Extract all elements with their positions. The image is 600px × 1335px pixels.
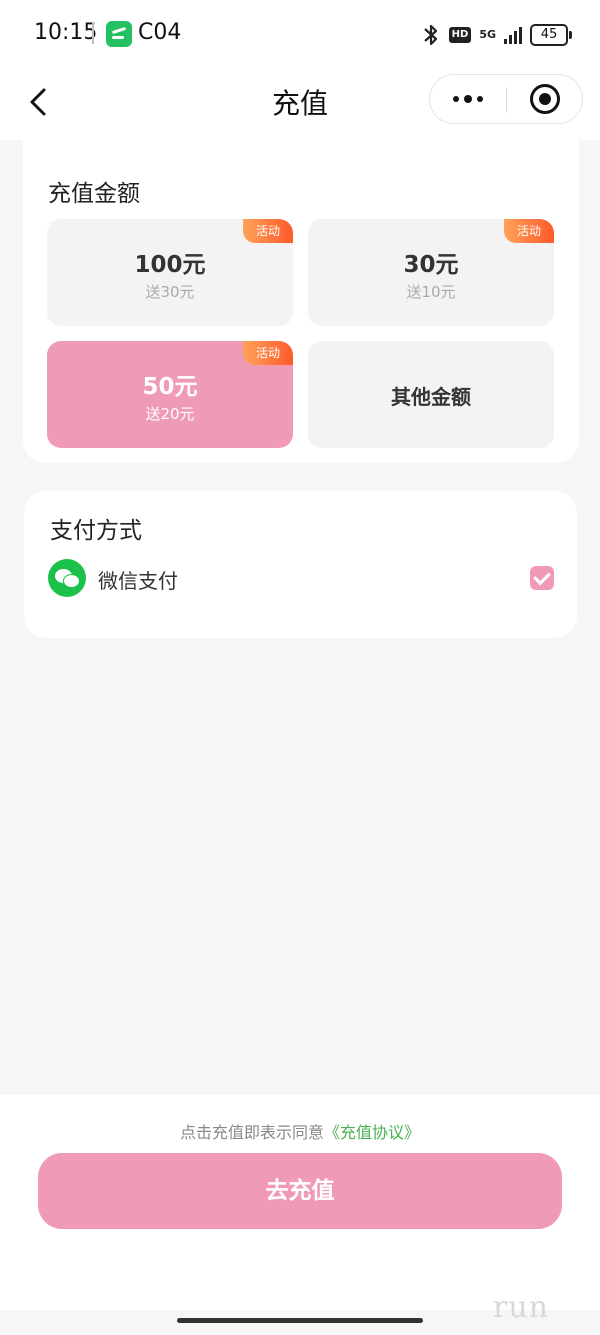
amount-option-other[interactable]: 其他金额 (308, 341, 554, 448)
option-bonus: 送20元 (145, 405, 195, 423)
promo-badge: 活动 (504, 219, 554, 243)
status-bar: 10:15 C04 HD 5G 45 (0, 0, 600, 68)
status-separator (92, 22, 94, 44)
miniprogram-capsule (429, 74, 583, 124)
promo-badge: 活动 (243, 341, 293, 365)
payment-option-wechat[interactable]: 微信支付 (48, 559, 554, 599)
amount-option-30[interactable]: 活动 30元 送10元 (308, 219, 554, 326)
option-amount: 50元 (142, 374, 198, 400)
option-amount: 30元 (403, 252, 459, 278)
bottom-action-area: 点击充值即表示同意《充值协议》 去充值 (0, 1095, 600, 1310)
status-time: 10:15 (34, 20, 98, 45)
recharge-button[interactable]: 去充值 (38, 1153, 562, 1229)
battery-icon: 45 (530, 24, 572, 46)
target-circle-icon[interactable] (530, 84, 560, 114)
status-app-name: C04 (138, 20, 182, 45)
payment-method-label: 微信支付 (98, 569, 178, 593)
signal-icon (504, 26, 522, 44)
amount-option-50[interactable]: 活动 50元 送20元 (47, 341, 293, 448)
app-icon (106, 21, 132, 47)
agreement-prefix: 点击充值即表示同意 (179, 1123, 324, 1142)
option-bonus: 送30元 (145, 283, 195, 301)
network-type: 5G (479, 28, 496, 41)
hd-badge: HD (448, 27, 472, 43)
option-bonus: 送10元 (406, 283, 456, 301)
amount-option-100[interactable]: 活动 100元 送30元 (47, 219, 293, 326)
status-indicators: HD 5G 45 (421, 22, 572, 48)
promo-badge: 活动 (243, 219, 293, 243)
home-indicator[interactable] (177, 1318, 423, 1323)
nav-bar: 充值 (0, 68, 600, 140)
payment-method-title: 支付方式 (50, 518, 142, 544)
recharge-amount-title: 充值金额 (48, 181, 140, 207)
bluetooth-icon (423, 24, 437, 46)
option-amount: 100元 (134, 252, 206, 278)
recharge-amount-card: 充值金额 活动 100元 送30元 活动 30元 送10元 活动 50元 送20… (23, 138, 579, 463)
option-other-label: 其他金额 (391, 385, 471, 409)
watermark: run (493, 1290, 549, 1325)
more-dots-icon[interactable] (430, 75, 506, 123)
agreement-notice: 点击充值即表示同意《充值协议》 (0, 1119, 600, 1143)
agreement-link[interactable]: 《充值协议》 (324, 1123, 420, 1142)
payment-checkbox[interactable] (530, 566, 554, 590)
wechat-icon (48, 559, 86, 597)
payment-method-card: 支付方式 微信支付 (24, 491, 577, 638)
capsule-divider (506, 87, 507, 113)
